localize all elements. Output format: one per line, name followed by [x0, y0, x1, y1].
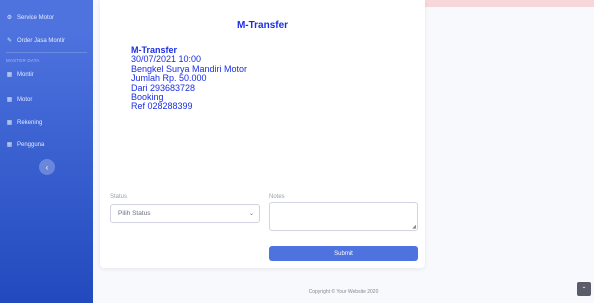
- sidebar-item-label: Motor: [17, 96, 33, 103]
- footer-copyright: Copyright © Your Website 2020: [308, 289, 379, 295]
- table-icon: ▦: [6, 142, 13, 148]
- notes-label: Notes: [269, 194, 285, 200]
- sidebar-item-label: Service Motor: [17, 14, 55, 21]
- sidebar-item-rekening[interactable]: ▦ Rekening: [6, 119, 43, 127]
- chevron-down-icon: ⌄: [248, 211, 254, 217]
- chevron-left-icon: ‹: [45, 162, 49, 172]
- sidebar-item-pengguna[interactable]: ▦ Pengguna: [6, 141, 45, 149]
- sidebar-item-label: Pengguna: [17, 141, 45, 148]
- notes-textarea[interactable]: ◢: [269, 202, 418, 231]
- scroll-to-top-button[interactable]: ⌃: [577, 282, 591, 296]
- submit-button[interactable]: Submit: [269, 246, 418, 261]
- card-title: M-Transfer: [236, 20, 289, 31]
- sidebar-item-montir[interactable]: ▦ Montir: [6, 71, 34, 79]
- sidebar-item-order-jasa-montir[interactable]: ✎ Order Jasa Montir: [6, 37, 66, 45]
- sidebar-item-motor[interactable]: ▦ Motor: [6, 96, 33, 104]
- transfer-card: M-Transfer M-Transfer 30/07/2021 10:00 B…: [100, 0, 425, 268]
- sidebar: ⚙ Service Motor ✎ Order Jasa Montir MAST…: [0, 0, 93, 303]
- table-icon: ▦: [6, 97, 13, 103]
- chevron-up-icon: ⌃: [581, 286, 587, 293]
- sidebar-divider: [6, 52, 87, 53]
- table-icon: ▦: [6, 120, 13, 126]
- status-select-value: Pilih Status: [118, 210, 151, 217]
- status-select[interactable]: Pilih Status ⌄: [110, 204, 260, 223]
- gear-icon: ⚙: [6, 15, 13, 21]
- wrench-icon: ✎: [6, 38, 13, 44]
- sidebar-toggle-button[interactable]: ‹: [39, 159, 55, 175]
- sidebar-item-label: Montir: [17, 71, 34, 78]
- sidebar-item-label: Rekening: [17, 119, 43, 126]
- sidebar-item-service-motor[interactable]: ⚙ Service Motor: [6, 14, 55, 22]
- sidebar-heading: MASTER DATA: [6, 58, 40, 63]
- resize-grip-icon[interactable]: ◢: [412, 224, 416, 230]
- receipt-text: M-Transfer 30/07/2021 10:00 Bengkel Sury…: [131, 45, 247, 112]
- table-icon: ▦: [6, 72, 13, 78]
- receipt-line: Ref 028288399: [131, 101, 193, 112]
- sidebar-item-label: Order Jasa Montir: [17, 37, 66, 44]
- status-label: Status: [110, 194, 128, 200]
